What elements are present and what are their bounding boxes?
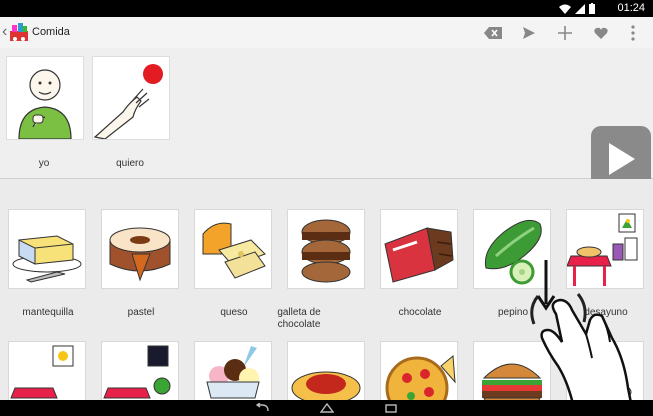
tile-label: chocolate xyxy=(398,307,442,318)
nav-recents-icon xyxy=(385,404,397,413)
ice-cream-icon xyxy=(206,346,260,399)
sentence-label: quiero xyxy=(116,158,144,169)
tile-label: galleta de chocolate xyxy=(277,307,321,330)
sentence-bar: yo quiero xyxy=(0,48,653,192)
send-icon xyxy=(523,27,535,39)
sentence-label: yo xyxy=(38,158,50,169)
pizza-icon xyxy=(385,354,456,400)
status-bar: 01:24 xyxy=(0,0,653,17)
battery-icon xyxy=(589,3,595,14)
nav-back-icon xyxy=(256,403,269,412)
tile-row2[interactable] xyxy=(101,341,179,400)
tile-pastel[interactable] xyxy=(101,209,179,289)
favorite-button[interactable] xyxy=(583,21,619,45)
breakfast-icon xyxy=(567,213,638,286)
sentence-card-yo[interactable] xyxy=(6,56,84,140)
nav-home-button[interactable] xyxy=(318,402,336,414)
heart-icon xyxy=(594,27,608,39)
food-icon xyxy=(578,381,632,400)
cucumber-icon xyxy=(484,219,542,285)
tile-row2[interactable] xyxy=(473,341,551,400)
tile-row2[interactable] xyxy=(566,341,644,400)
chocolate-cookie-icon xyxy=(301,219,351,283)
tile-galleta-de-chocolate[interactable] xyxy=(287,209,365,289)
nav-recents-button[interactable] xyxy=(382,402,400,414)
nav-back-button[interactable] xyxy=(254,402,272,414)
backspace-button[interactable] xyxy=(475,21,511,45)
spaghetti-icon xyxy=(291,371,361,400)
nav-home-icon xyxy=(320,403,334,413)
tile-row2[interactable] xyxy=(287,341,365,400)
backspace-icon xyxy=(484,27,502,39)
page-title: Comida xyxy=(32,26,70,38)
tile-row2[interactable] xyxy=(194,341,272,400)
app-bar: ‹ Comida xyxy=(0,17,653,49)
overflow-menu-icon xyxy=(631,25,635,41)
add-button[interactable] xyxy=(547,21,583,45)
signal-icon xyxy=(575,3,585,14)
hamburger-icon xyxy=(482,363,542,400)
tile-row2[interactable] xyxy=(380,341,458,400)
toolbar-actions xyxy=(475,21,647,45)
tile-mantequilla[interactable] xyxy=(8,209,86,289)
navigation-bar xyxy=(0,400,653,416)
person-pointing-self-icon xyxy=(18,69,72,140)
tile-label: pastel xyxy=(127,307,155,318)
status-icons xyxy=(559,3,595,14)
cake-icon xyxy=(109,227,171,282)
cheese-icon xyxy=(202,222,266,279)
back-chevron-icon[interactable]: ‹ xyxy=(2,23,7,41)
lunch-tray-icon xyxy=(10,345,74,399)
tile-queso[interactable] xyxy=(194,209,272,289)
tile-label: mantequilla xyxy=(22,307,74,318)
tile-chocolate[interactable] xyxy=(380,209,458,289)
tile-label: pepino xyxy=(497,307,529,318)
play-icon xyxy=(609,143,635,175)
butter-icon xyxy=(12,235,82,283)
tile-label: desayuno xyxy=(584,307,628,318)
pictogram-grid: mantequilla pastel queso galleta de choc… xyxy=(0,179,653,400)
overflow-menu-button[interactable] xyxy=(619,21,647,45)
plus-icon xyxy=(558,26,572,40)
dinner-tray-icon xyxy=(103,345,171,399)
status-time: 01:24 xyxy=(617,2,645,14)
chocolate-bar-icon xyxy=(384,227,454,283)
tile-pepino[interactable] xyxy=(473,209,551,289)
sentence-card-quiero[interactable] xyxy=(92,56,170,140)
tile-row2[interactable] xyxy=(8,341,86,400)
wifi-icon xyxy=(559,4,571,14)
app-logo-icon[interactable] xyxy=(9,23,29,42)
tile-desayuno[interactable] xyxy=(566,209,644,289)
send-button[interactable] xyxy=(511,21,547,45)
hand-reaching-ball-icon xyxy=(93,64,163,140)
